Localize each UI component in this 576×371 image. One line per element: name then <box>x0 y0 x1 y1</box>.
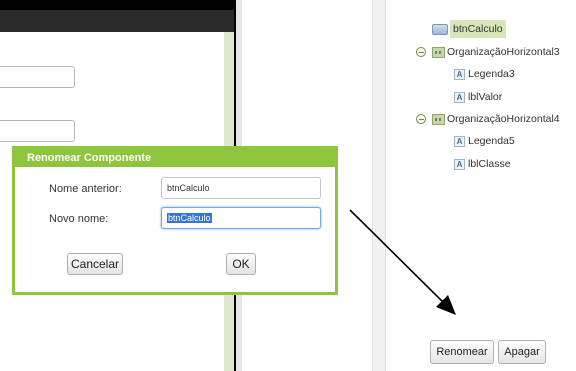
tree-item-label: OrganizaçãoHorizontal4 <box>447 113 560 125</box>
phone-title-bar <box>0 10 234 32</box>
tree-item-legenda3[interactable]: A Legenda3 <box>454 64 515 84</box>
tree-item-legenda5[interactable]: A Legenda5 <box>454 131 515 151</box>
rename-button[interactable]: Renomear <box>430 340 494 364</box>
label-icon: A <box>454 158 465 170</box>
new-name-selected-text: btnCalculo <box>167 213 212 223</box>
tree-item-label: OrganizaçãoHorizontal3 <box>447 46 560 58</box>
tree-item-partial[interactable]: arrivais <box>456 0 490 7</box>
tree-item-label: lblClasse <box>468 158 511 170</box>
arrow-line <box>349 209 449 308</box>
horizontal-arrangement-icon <box>432 46 445 58</box>
tree-item-organizacao-horizontal4[interactable]: OrganizaçãoHorizontal4 <box>416 109 560 129</box>
tree-item-label: lblValor <box>468 91 503 103</box>
tree-item-label: arrivais <box>456 0 490 3</box>
new-name-label: Novo nome: <box>49 213 109 225</box>
old-name-label: Nome anterior: <box>49 183 122 195</box>
ok-button[interactable]: OK <box>226 253 256 275</box>
delete-button[interactable]: Apagar <box>498 340 546 364</box>
tree-item-btncalculo[interactable]: btnCalculo <box>432 19 506 39</box>
tree-item-label: Legenda5 <box>468 135 515 147</box>
new-name-field[interactable]: btnCalculo <box>161 207 321 229</box>
collapse-toggle-icon[interactable] <box>416 47 426 57</box>
label-icon: A <box>454 68 465 80</box>
old-name-field[interactable]: btnCalculo <box>161 177 321 199</box>
rename-dialog: Renomear Componente Nome anterior: btnCa… <box>12 146 338 295</box>
horizontal-arrangement-icon <box>432 113 445 125</box>
text-box-1[interactable] <box>0 66 75 88</box>
tree-item-label: Legenda3 <box>468 68 515 80</box>
tree-item-organizacao-horizontal3[interactable]: OrganizaçãoHorizontal3 <box>416 42 560 62</box>
tree-item-lblvalor[interactable]: A lblValor <box>454 87 502 107</box>
dialog-title: Renomear Componente <box>15 149 335 167</box>
tree-item-lblclasse[interactable]: A lblClasse <box>454 154 511 174</box>
label-icon: A <box>454 135 465 147</box>
label-icon: A <box>454 91 465 103</box>
cancel-button[interactable]: Cancelar <box>67 253 123 275</box>
text-box-2[interactable] <box>0 120 75 142</box>
annotation-arrow <box>349 209 456 315</box>
collapse-toggle-icon[interactable] <box>416 114 426 124</box>
button-icon <box>432 23 448 35</box>
tree-item-label: btnCalculo <box>450 20 506 38</box>
